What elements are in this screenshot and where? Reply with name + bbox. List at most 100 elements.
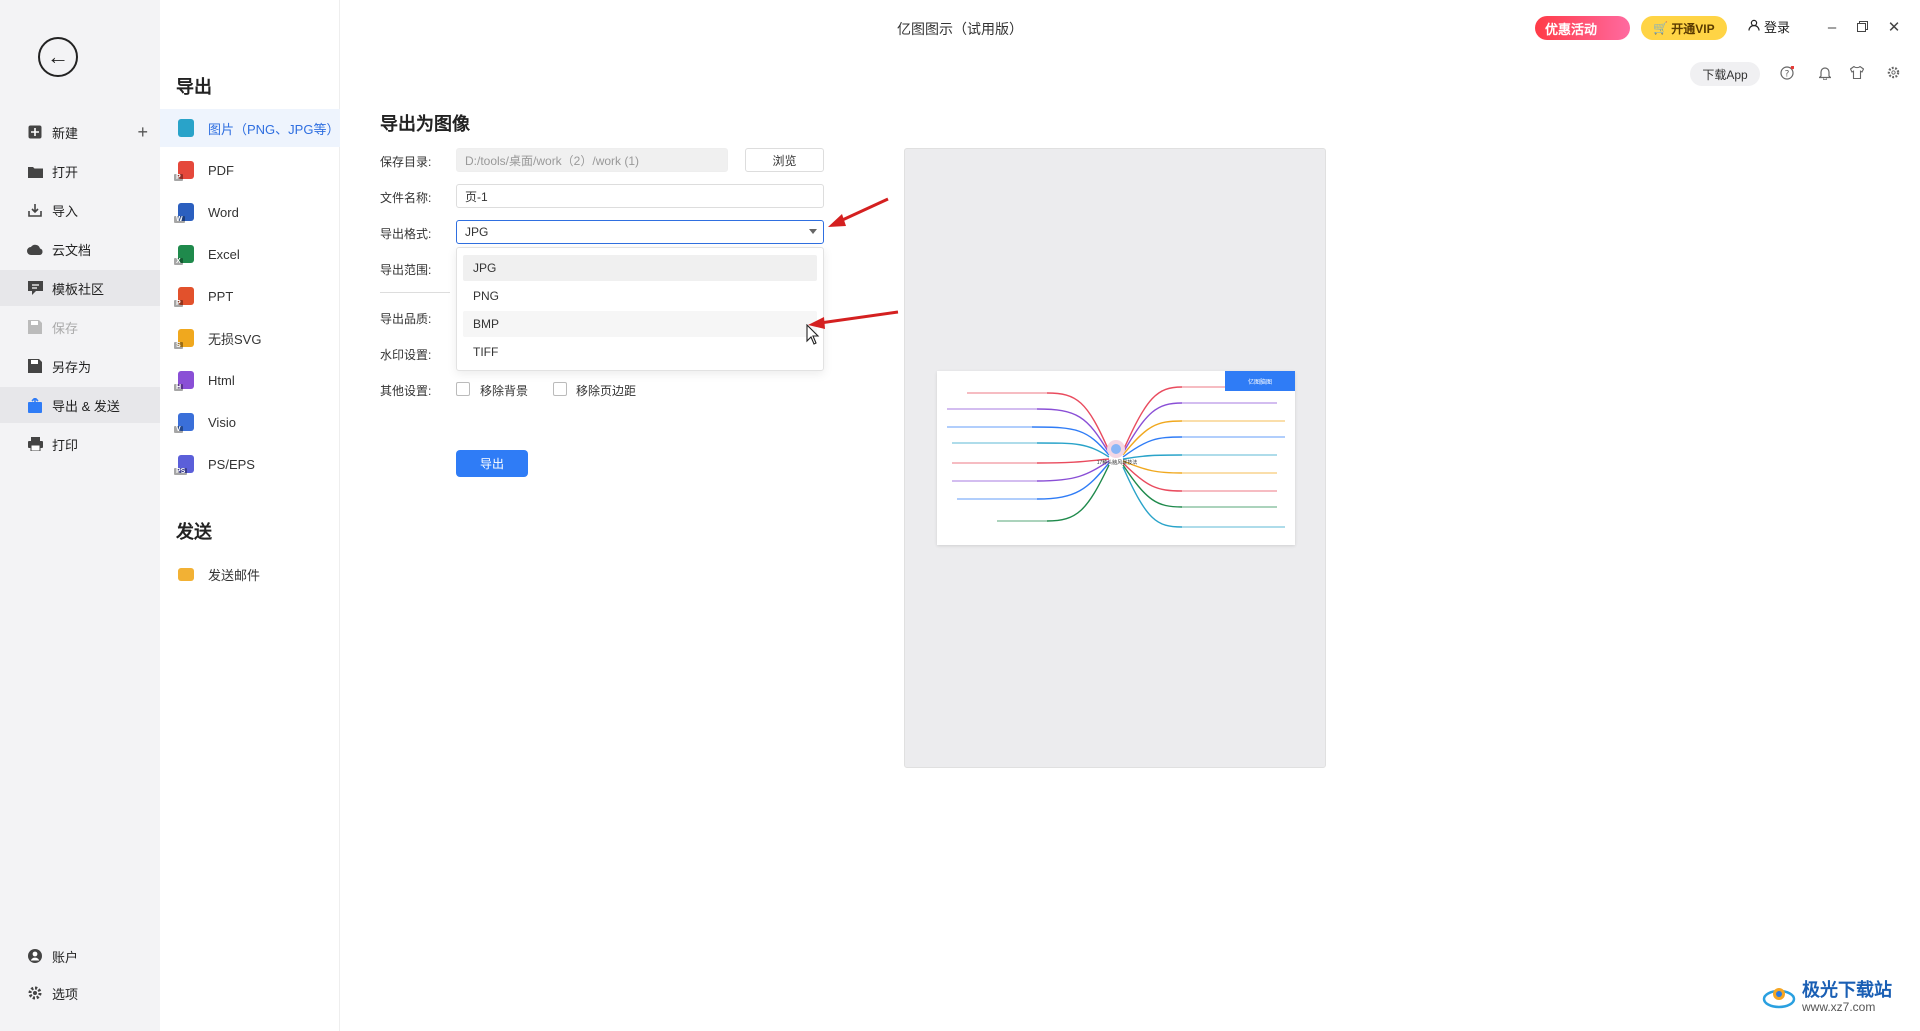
export-item-pdf[interactable]: P PDF: [160, 151, 340, 189]
preview-panel: 17种头脑风暴技法 亿图脑图: [904, 148, 1326, 768]
format-select-value: JPG: [465, 225, 489, 239]
svg-text:?: ?: [1785, 69, 1790, 79]
quality-label: 导出品质:: [380, 312, 432, 326]
restore-button[interactable]: [1850, 15, 1874, 39]
rail-item-community[interactable]: 模板社区: [0, 270, 160, 306]
rail-item-label: 打印: [52, 437, 79, 453]
export-item-ps-eps[interactable]: PS PS/EPS: [160, 445, 340, 483]
rail-item-open[interactable]: 打开: [0, 153, 160, 189]
minimize-icon: –: [1827, 18, 1837, 36]
gear-icon: [26, 984, 44, 1002]
browse-button[interactable]: 浏览: [745, 148, 824, 172]
export-item-label: Html: [208, 372, 235, 388]
help-button[interactable]: ?: [1776, 63, 1798, 85]
mindmap-center-title: 17种头脑风暴技法: [1096, 460, 1138, 466]
save-as-icon: [26, 357, 44, 375]
rail-item-print[interactable]: 打印: [0, 426, 160, 462]
export-item-label: PPT: [208, 288, 234, 304]
rail-item-new[interactable]: 新建 +: [0, 114, 160, 150]
export-item-excel[interactable]: X Excel: [160, 235, 340, 273]
rail-item-options[interactable]: 选项: [0, 975, 160, 1011]
cloud-icon: [26, 240, 44, 258]
folder-icon: [26, 162, 44, 180]
remove-margin-label: 移除页边距: [576, 384, 637, 398]
settings-button[interactable]: [1882, 63, 1904, 85]
export-item-html[interactable]: H Html: [160, 361, 340, 399]
rail-item-label: 保存: [52, 320, 79, 336]
format-option-jpg[interactable]: JPG: [463, 255, 817, 281]
divider: [380, 292, 450, 293]
format-option-png[interactable]: PNG: [463, 283, 817, 309]
save-dir-field: D:/tools/桌面/work（2）/work (1): [456, 148, 728, 172]
rail-item-cloud[interactable]: 云文档: [0, 231, 160, 267]
chevron-down-icon: [809, 229, 817, 234]
user-icon: [26, 947, 44, 965]
site-watermark-brand: 极光下载站: [1802, 980, 1892, 1000]
site-watermark: 极光下载站 www.xz7.com: [1762, 980, 1892, 1014]
svg-file-icon: S: [174, 329, 194, 349]
minimize-button[interactable]: –: [1820, 15, 1844, 39]
annotation-arrow-format: [828, 197, 889, 227]
plus-square-icon: [26, 123, 44, 141]
back-button[interactable]: ←: [38, 37, 78, 77]
export-heading: 导出: [176, 77, 212, 97]
vip-label: 开通VIP: [1671, 21, 1715, 36]
notification-button[interactable]: [1814, 63, 1836, 85]
page-title: 导出为图像: [380, 114, 470, 134]
rail-item-export-send[interactable]: 导出 & 发送: [0, 387, 160, 423]
save-icon: [26, 318, 44, 336]
format-dropdown: JPG PNG BMP TIFF: [456, 247, 824, 371]
rail-item-save-as[interactable]: 另存为: [0, 348, 160, 384]
rail-item-label: 导出 & 发送: [52, 398, 120, 414]
vip-button[interactable]: 🛒 开通VIP: [1641, 16, 1727, 40]
other-settings-label: 其他设置:: [380, 384, 432, 398]
export-item-ppt[interactable]: P PPT: [160, 277, 340, 315]
export-icon: [26, 396, 44, 414]
gear-icon: [1887, 66, 1900, 82]
excel-file-icon: X: [174, 245, 194, 265]
file-name-field[interactable]: 页-1: [456, 184, 824, 208]
export-item-label: Visio: [208, 414, 236, 430]
promo-button[interactable]: 优惠活动: [1535, 16, 1630, 40]
bell-icon: [1818, 66, 1832, 83]
remove-bg-label: 移除背景: [480, 384, 529, 398]
remove-margin-checkbox[interactable]: [553, 382, 567, 396]
export-item-label: Word: [208, 204, 239, 220]
import-icon: [26, 201, 44, 219]
rail-item-label: 另存为: [52, 359, 92, 375]
format-select[interactable]: JPG: [456, 220, 824, 244]
rail-item-account[interactable]: 账户: [0, 938, 160, 974]
mouse-cursor-icon: [806, 324, 820, 345]
export-item-svg[interactable]: S 无损SVG: [160, 319, 340, 357]
format-option-tiff[interactable]: TIFF: [463, 339, 817, 365]
rail-item-save: 保存: [0, 309, 160, 345]
export-submenu: 导出 图片（PNG、JPG等） P PDF W Word X Excel P P…: [160, 0, 340, 1031]
send-item-email[interactable]: 发送邮件: [160, 555, 340, 593]
ppt-file-icon: P: [174, 287, 194, 307]
export-item-word[interactable]: W Word: [160, 193, 340, 231]
annotation-arrow-bmp: [808, 310, 899, 329]
word-file-icon: W: [174, 203, 194, 223]
export-item-label: Excel: [208, 246, 240, 262]
rail-item-import[interactable]: 导入: [0, 192, 160, 228]
download-app-label: 下载App: [1702, 67, 1748, 82]
help-icon: ?: [1780, 65, 1795, 83]
rail-item-label: 新建: [52, 125, 79, 141]
export-button[interactable]: 导出: [456, 450, 528, 477]
export-item-image[interactable]: 图片（PNG、JPG等）: [160, 109, 340, 147]
login-button[interactable]: 登录: [1748, 17, 1790, 36]
export-item-visio[interactable]: V Visio: [160, 403, 340, 441]
skin-button[interactable]: [1846, 63, 1868, 85]
rail-item-label: 选项: [52, 986, 79, 1002]
remove-bg-checkbox[interactable]: [456, 382, 470, 396]
printer-icon: [26, 435, 44, 453]
close-button[interactable]: ✕: [1882, 15, 1906, 39]
pdf-file-icon: P: [174, 161, 194, 181]
format-option-bmp[interactable]: BMP: [463, 311, 817, 337]
add-icon[interactable]: +: [137, 122, 148, 143]
send-heading: 发送: [176, 522, 212, 542]
download-app-button[interactable]: 下载App: [1690, 62, 1760, 86]
site-watermark-url: www.xz7.com: [1802, 1000, 1876, 1014]
restore-icon: [1856, 19, 1868, 36]
arrow-left-icon: ←: [47, 44, 69, 69]
